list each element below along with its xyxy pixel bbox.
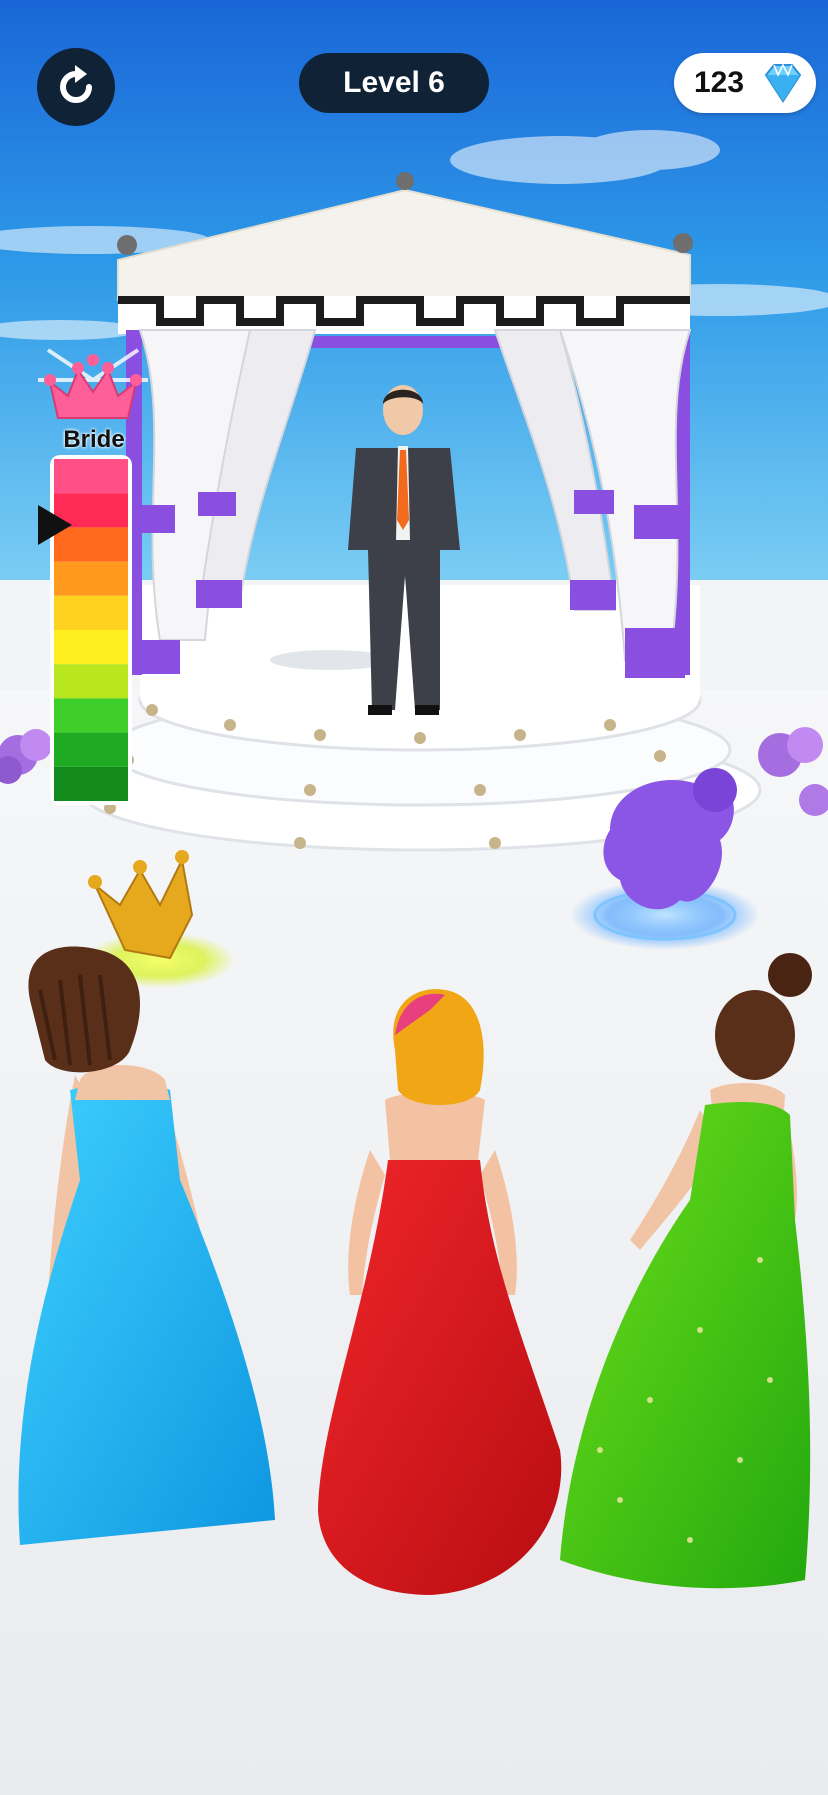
crown-icon <box>38 348 148 419</box>
gem-count: 123 <box>694 66 745 99</box>
bride-meter-segment <box>54 664 128 699</box>
restart-button[interactable] <box>37 48 115 126</box>
bride-meter-segment <box>54 595 128 630</box>
bride-meter-segment <box>54 766 128 801</box>
bride-meter-segment <box>54 630 128 665</box>
restart-icon <box>60 65 92 103</box>
game-scene <box>0 0 828 1795</box>
bride-meter-segment <box>54 459 128 494</box>
bride-meter-label: Bride <box>63 426 125 453</box>
level-indicator: Level 6 <box>299 53 489 113</box>
bride-meter-pointer <box>38 505 72 545</box>
level-label: Level 6 <box>343 66 445 99</box>
diamond-icon <box>764 63 802 103</box>
gem-counter: 123 <box>674 53 816 113</box>
bride-meter-segment <box>54 732 128 767</box>
bride-meter-segment <box>54 561 128 596</box>
bride-meter-segment <box>54 698 128 733</box>
